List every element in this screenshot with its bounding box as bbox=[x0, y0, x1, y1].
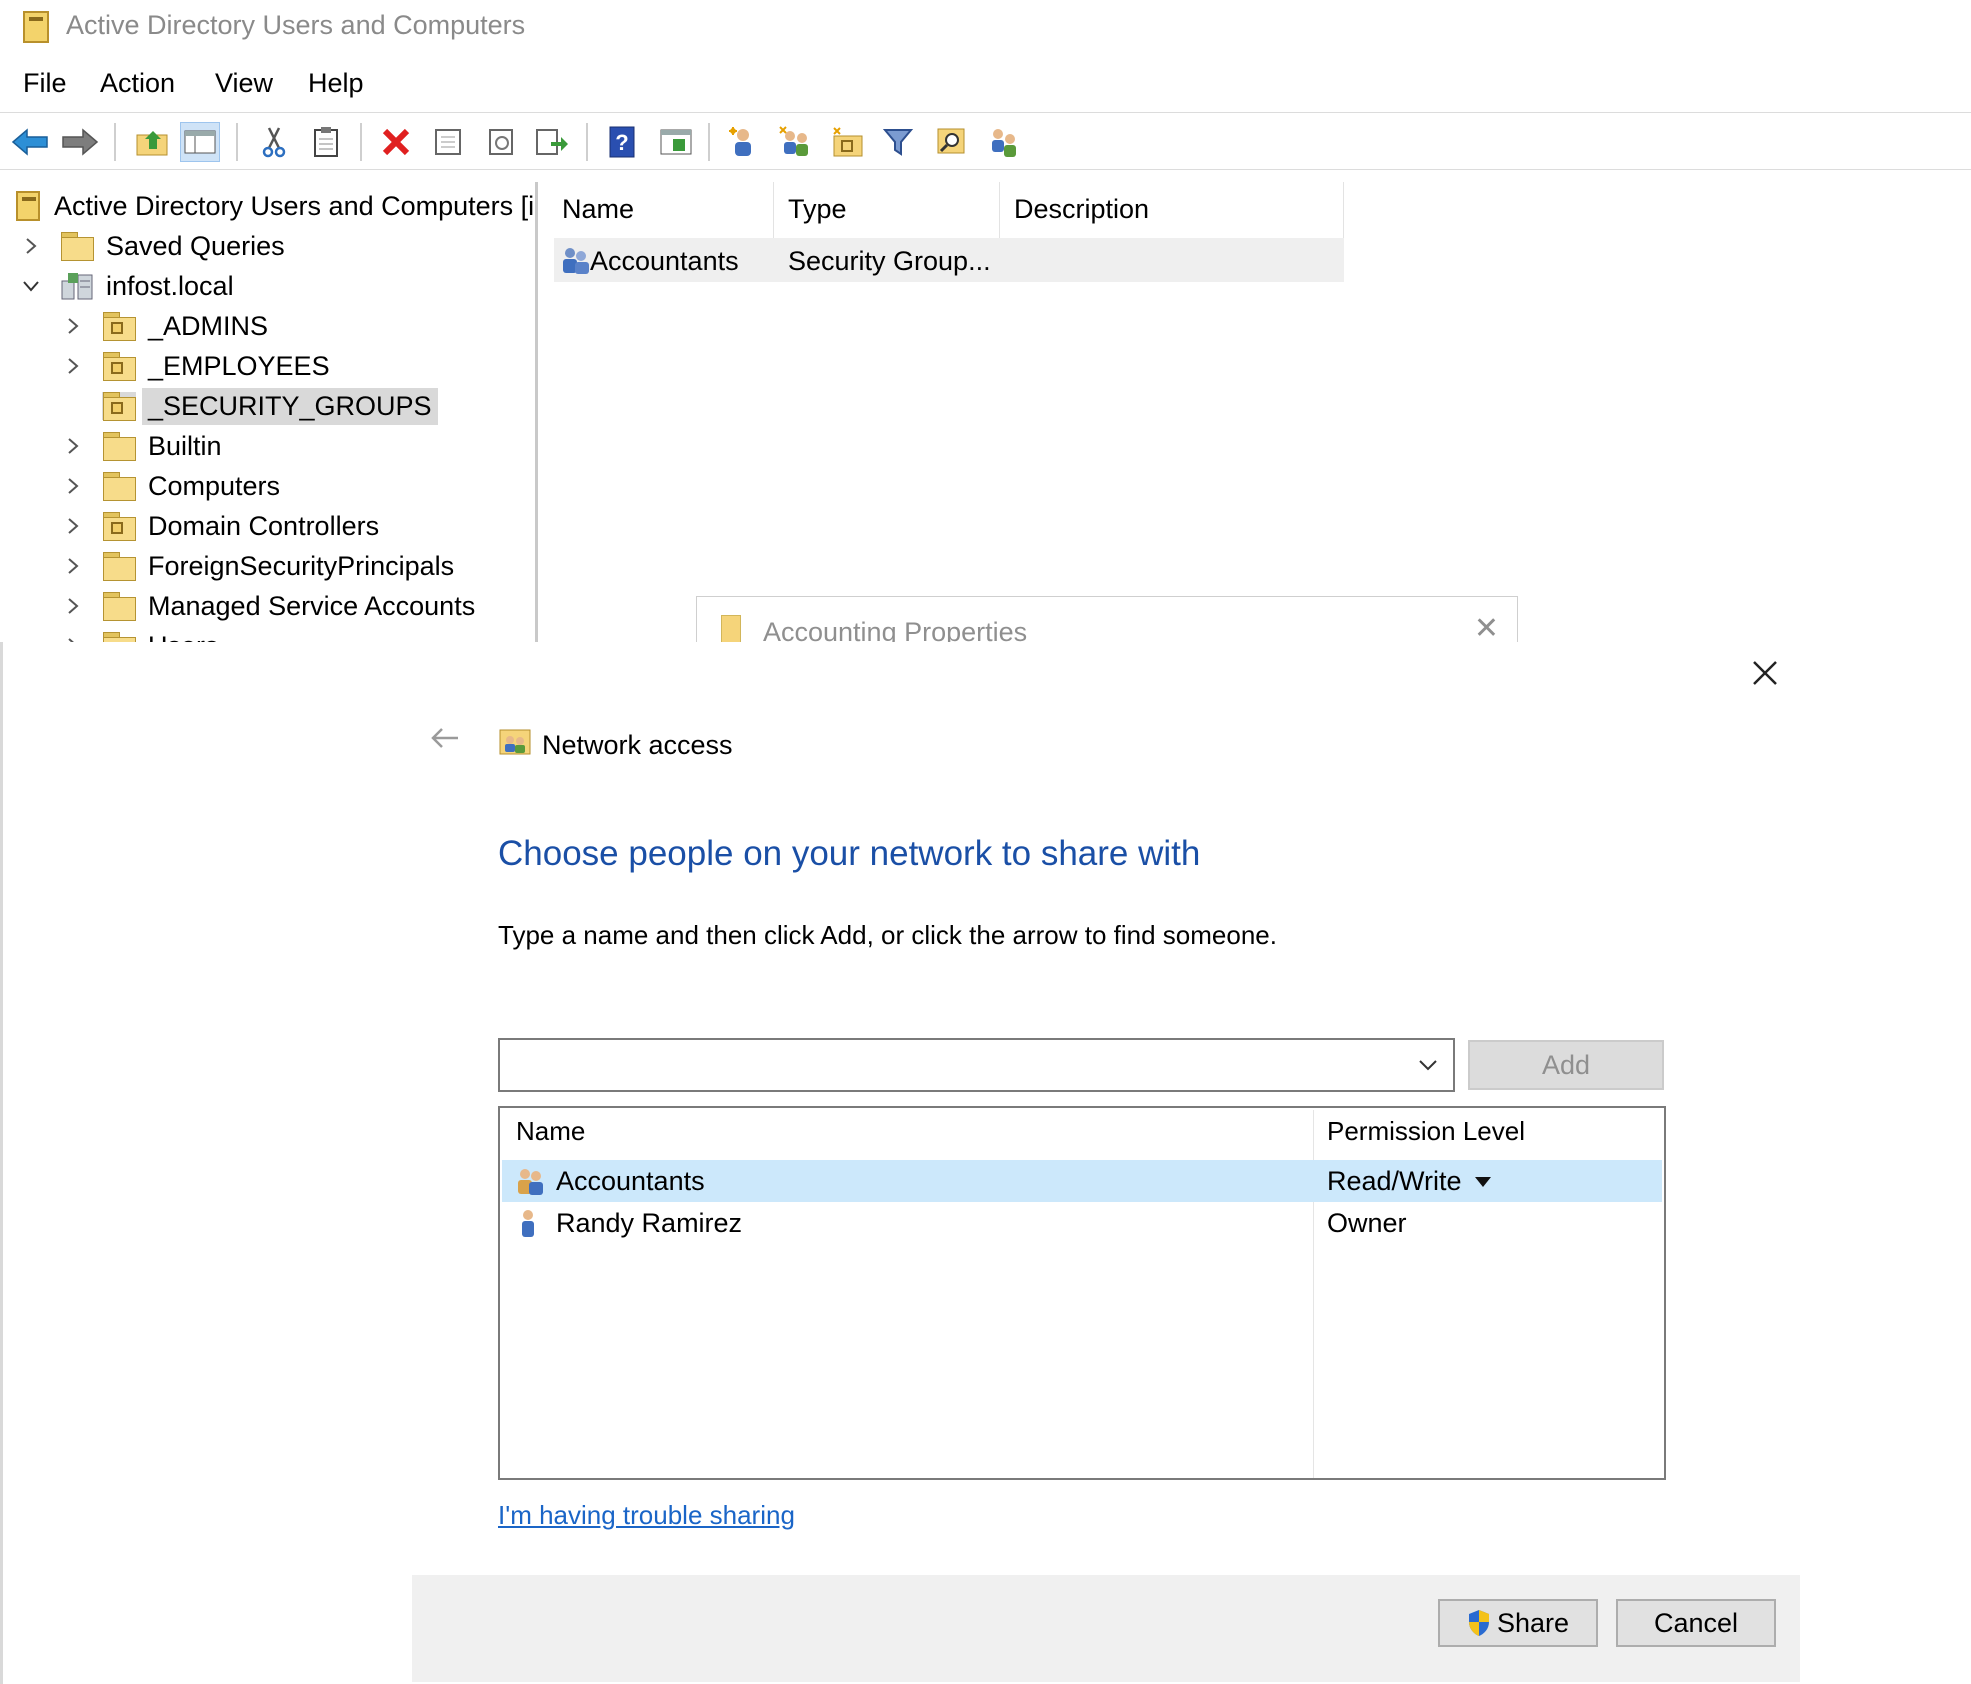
share-button[interactable]: Share bbox=[1438, 1599, 1598, 1647]
add-button[interactable]: Add bbox=[1468, 1040, 1664, 1090]
folder-icon bbox=[102, 552, 136, 581]
chevron-right-icon[interactable] bbox=[62, 435, 84, 457]
permission-dropdown[interactable]: Read/Write bbox=[1327, 1166, 1492, 1197]
uac-shield-icon bbox=[1468, 1610, 1489, 1636]
ou-folder-icon bbox=[102, 512, 136, 541]
column-header-description[interactable]: Description bbox=[1000, 182, 1344, 238]
results-pane: Name Type Description Accountants Securi… bbox=[548, 182, 1971, 642]
refresh-icon[interactable] bbox=[482, 122, 522, 162]
chevron-right-icon[interactable] bbox=[62, 355, 84, 377]
column-header-permission-level[interactable]: Permission Level bbox=[1327, 1116, 1525, 1147]
chevron-right-icon[interactable] bbox=[62, 595, 84, 617]
menu-view[interactable]: View bbox=[215, 68, 273, 99]
aduc-app-icon bbox=[23, 11, 49, 43]
group-icon bbox=[514, 1165, 548, 1197]
chevron-right-icon[interactable] bbox=[62, 515, 84, 537]
shared-folder-icon bbox=[498, 724, 532, 756]
tree-item-admins[interactable]: _ADMINS bbox=[62, 306, 268, 346]
delete-icon[interactable] bbox=[376, 122, 416, 162]
column-header-name[interactable]: Name bbox=[548, 182, 774, 238]
chevron-down-icon[interactable] bbox=[1417, 1054, 1439, 1081]
ou-folder-icon bbox=[102, 352, 136, 381]
permission-level: Read/Write bbox=[1327, 1166, 1462, 1196]
tree-item-builtin[interactable]: Builtin bbox=[62, 426, 222, 466]
list-item-name: Accountants bbox=[590, 246, 739, 276]
dialog-footer: Share Cancel bbox=[412, 1575, 1800, 1682]
ou-folder-icon bbox=[102, 392, 136, 421]
dialog-header-title: Network access bbox=[542, 730, 733, 760]
back-icon[interactable] bbox=[10, 122, 50, 162]
tree-item-employees[interactable]: _EMPLOYEES bbox=[62, 346, 330, 386]
menu-file[interactable]: File bbox=[23, 68, 67, 99]
list-item-type: Security Group... bbox=[788, 246, 991, 276]
close-icon[interactable]: ✕ bbox=[1474, 611, 1499, 646]
title-bar: Active Directory Users and Computers bbox=[0, 0, 1971, 55]
tree-item-domain-controllers[interactable]: Domain Controllers bbox=[62, 506, 379, 546]
cancel-button[interactable]: Cancel bbox=[1616, 1599, 1776, 1647]
user-icon bbox=[514, 1207, 548, 1239]
folder-icon bbox=[102, 472, 136, 501]
column-header-type[interactable]: Type bbox=[774, 182, 1000, 238]
folder-icon bbox=[60, 232, 94, 261]
help-icon[interactable]: ? bbox=[602, 122, 642, 162]
back-arrow-icon[interactable] bbox=[430, 726, 460, 755]
list-item[interactable]: Accountants Security Group... bbox=[554, 238, 1344, 282]
menu-help[interactable]: Help bbox=[308, 68, 364, 99]
tree-item-foreign-security-principals[interactable]: ForeignSecurityPrincipals bbox=[62, 546, 454, 586]
column-header-name[interactable]: Name bbox=[516, 1116, 585, 1147]
menu-action[interactable]: Action bbox=[100, 68, 175, 99]
cut-icon[interactable] bbox=[254, 122, 294, 162]
aduc-snapin-icon bbox=[16, 191, 40, 221]
export-list-icon[interactable] bbox=[532, 122, 572, 162]
up-folder-icon[interactable] bbox=[132, 122, 172, 162]
menu-bar: File Action View Help bbox=[0, 62, 1971, 110]
instruction-text: Type a name and then click Add, or click… bbox=[498, 920, 1277, 950]
folder-icon bbox=[102, 432, 136, 461]
folder-icon bbox=[102, 592, 136, 621]
list-item[interactable]: Randy Ramirez Owner bbox=[502, 1202, 1662, 1244]
tree-item-managed-service-accounts[interactable]: Managed Service Accounts bbox=[62, 586, 475, 626]
forward-icon[interactable] bbox=[60, 122, 100, 162]
new-user-icon[interactable] bbox=[724, 122, 764, 162]
tree-item-saved-queries[interactable]: Saved Queries bbox=[20, 226, 285, 266]
network-access-dialog: Network access Choose people on your net… bbox=[0, 642, 1971, 1684]
person-name: Accountants bbox=[556, 1166, 705, 1196]
name-input[interactable] bbox=[504, 1044, 1384, 1086]
folder-icon bbox=[721, 615, 741, 643]
tree-item-security-groups[interactable]: _SECURITY_GROUPS bbox=[62, 386, 438, 426]
domain-icon bbox=[60, 271, 94, 301]
svg-text:?: ? bbox=[615, 130, 628, 155]
paste-icon[interactable] bbox=[306, 122, 346, 162]
chevron-right-icon[interactable] bbox=[62, 315, 84, 337]
dropdown-arrow-icon[interactable] bbox=[1474, 1176, 1492, 1188]
new-ou-icon[interactable] bbox=[828, 122, 868, 162]
tree-root[interactable]: Active Directory Users and Computers [i bbox=[16, 186, 534, 226]
chevron-right-icon[interactable] bbox=[62, 555, 84, 577]
people-list: Name Permission Level Accountants Read/W… bbox=[498, 1106, 1666, 1480]
chevron-down-icon[interactable] bbox=[20, 275, 42, 297]
person-name: Randy Ramirez bbox=[556, 1208, 743, 1238]
ou-folder-icon bbox=[102, 312, 136, 341]
trouble-sharing-link[interactable]: I'm having trouble sharing bbox=[498, 1500, 795, 1531]
find-icon[interactable] bbox=[932, 122, 972, 162]
console-tree: Active Directory Users and Computers [i … bbox=[8, 182, 538, 661]
chevron-right-icon[interactable] bbox=[62, 475, 84, 497]
properties-icon[interactable] bbox=[428, 122, 468, 162]
close-icon[interactable] bbox=[1750, 658, 1780, 688]
tree-item-computers[interactable]: Computers bbox=[62, 466, 280, 506]
page-title: Choose people on your network to share w… bbox=[498, 834, 1201, 873]
name-combobox[interactable] bbox=[498, 1038, 1455, 1092]
console-view-icon[interactable] bbox=[656, 122, 696, 162]
add-to-group-icon[interactable] bbox=[984, 122, 1024, 162]
filter-icon[interactable] bbox=[878, 122, 918, 162]
security-group-icon bbox=[558, 244, 592, 276]
tree-item-domain[interactable]: infost.local bbox=[20, 266, 234, 306]
list-item[interactable]: Accountants Read/Write bbox=[502, 1160, 1662, 1202]
permission-level: Owner bbox=[1327, 1208, 1407, 1238]
show-hide-tree-icon[interactable] bbox=[180, 122, 220, 162]
new-group-icon[interactable] bbox=[776, 122, 816, 162]
toolbar: ? bbox=[0, 112, 1971, 170]
window-title: Active Directory Users and Computers bbox=[66, 10, 526, 40]
chevron-right-icon[interactable] bbox=[20, 235, 42, 257]
